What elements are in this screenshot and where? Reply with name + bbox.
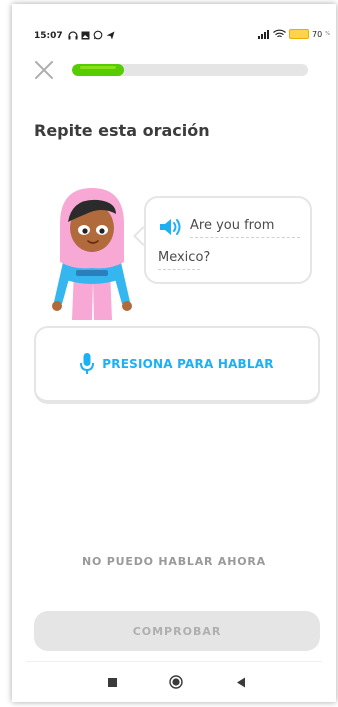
microphone-icon <box>80 353 95 374</box>
notification-icons <box>68 30 115 40</box>
signal-icon <box>258 29 269 39</box>
close-icon[interactable] <box>34 60 54 80</box>
check-button[interactable]: COMPROBAR <box>34 611 320 651</box>
image-icon <box>81 31 90 39</box>
app-screen: 15:07 70 % Repite esta oración Are you f… <box>12 4 336 702</box>
status-time: 15:07 <box>34 31 63 41</box>
lesson-progress-bar <box>72 64 308 76</box>
exercise-title: Repite esta oración <box>34 121 210 140</box>
word-underline <box>190 237 300 238</box>
whatsapp-icon <box>93 30 103 40</box>
send-icon <box>106 31 115 39</box>
battery-level: 70 <box>312 29 323 39</box>
sentence-line-2[interactable]: Mexico? <box>158 250 210 265</box>
check-button-label: COMPROBAR <box>132 624 222 638</box>
press-to-speak-button[interactable]: PRESIONA PARA HABLAR <box>34 326 320 404</box>
headset-icon <box>68 30 78 39</box>
battery-icon <box>289 29 309 39</box>
sentence-line-1[interactable]: Are you from <box>190 218 274 233</box>
home-icon[interactable] <box>169 675 183 689</box>
cant-speak-now-button[interactable]: NO PUEDO HABLAR AHORA <box>12 555 336 568</box>
status-bar: 15:07 70 % <box>12 4 336 62</box>
press-to-speak-label: PRESIONA PARA HABLAR <box>102 357 274 371</box>
divider <box>26 661 322 662</box>
speaker-icon[interactable] <box>158 216 184 238</box>
recent-apps-icon[interactable] <box>108 678 117 687</box>
back-icon[interactable] <box>236 677 246 688</box>
speech-bubble: Are you from Mexico? <box>144 196 312 284</box>
progress-fill <box>72 64 124 76</box>
system-status: 70 % <box>258 29 330 39</box>
character-illustration <box>52 188 132 320</box>
word-underline <box>158 269 200 270</box>
wifi-icon <box>273 29 286 38</box>
battery-unit: % <box>325 31 330 37</box>
android-nav-bar <box>12 668 336 698</box>
